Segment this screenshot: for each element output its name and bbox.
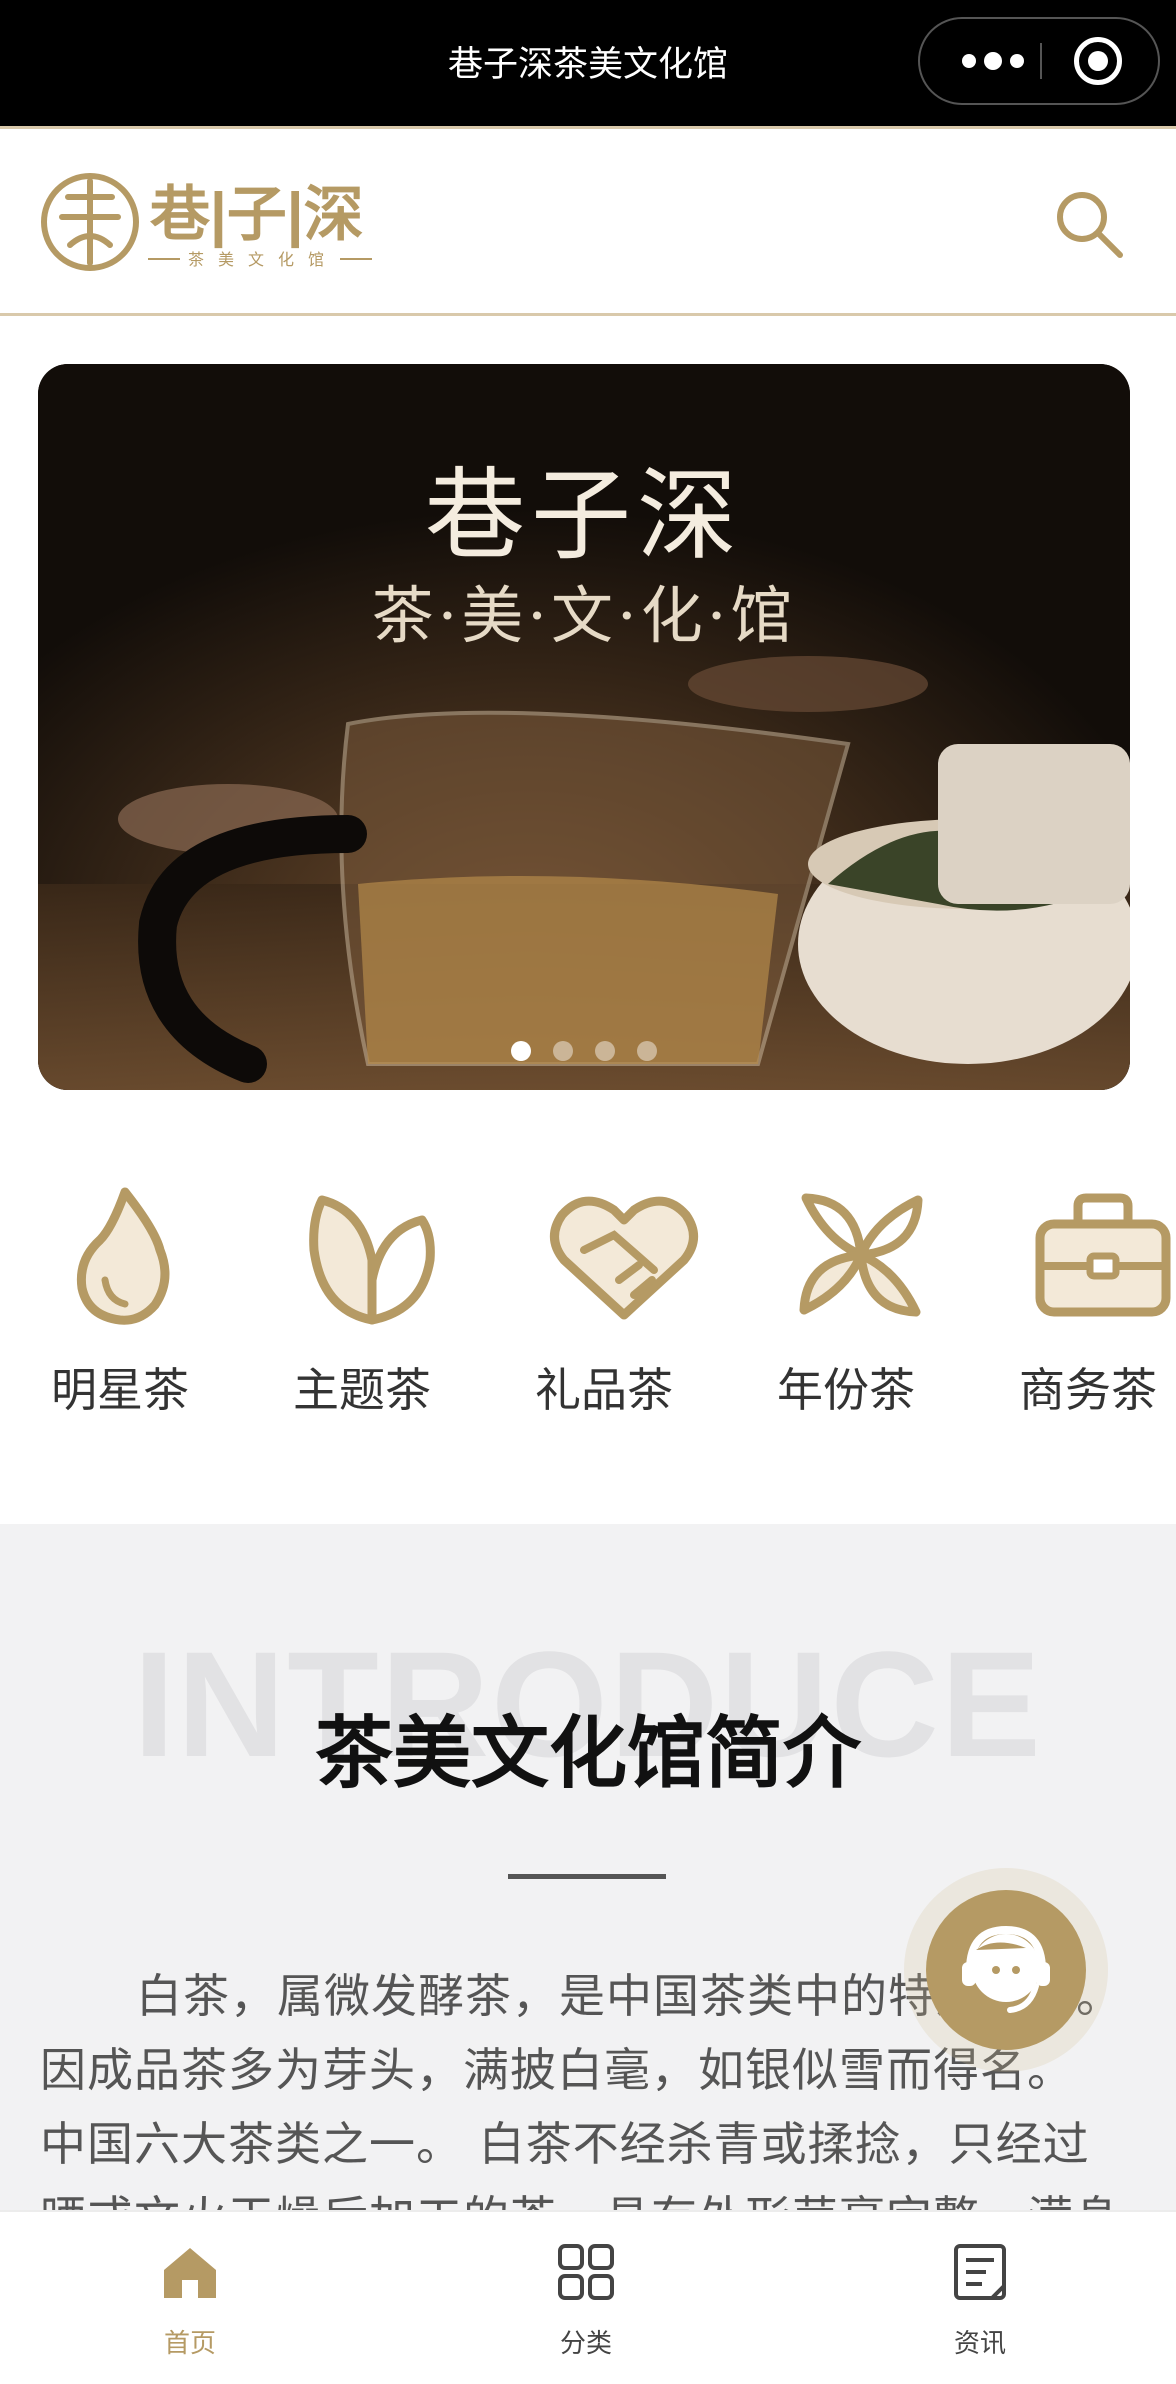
- briefcase-icon: [1035, 1193, 1171, 1317]
- logo-subtitle: 茶美文化馆: [188, 251, 338, 269]
- capsule-divider: [1040, 43, 1042, 79]
- bottom-tab-bar: 首页 分类 资讯: [0, 2210, 1176, 2384]
- banner-carousel[interactable]: 巷子深 茶·美·文·化·馆: [38, 364, 1130, 1090]
- heading-divider: [508, 1874, 666, 1879]
- category-item-business-tea[interactable]: 商务茶: [998, 1180, 1176, 1440]
- target-circle-icon[interactable]: [1074, 37, 1122, 85]
- banner-title: 巷子深: [425, 457, 743, 574]
- category-label: 商务茶: [1019, 1363, 1157, 1417]
- home-icon: [164, 2248, 216, 2298]
- category-label: 主题茶: [293, 1363, 431, 1417]
- more-dots-icon[interactable]: [950, 19, 1036, 103]
- grid-icon: [558, 2244, 614, 2300]
- site-header: 巷|子|深 茶美文化馆: [0, 126, 1176, 316]
- tab-label: 分类: [559, 2329, 612, 2359]
- category-label: 明星茶: [51, 1363, 189, 1417]
- category-label: 年份茶: [777, 1363, 915, 1417]
- logo-text: 巷|子|深: [149, 181, 364, 249]
- category-item-gift-tea[interactable]: 礼品茶: [514, 1180, 714, 1440]
- flame-icon: [76, 1187, 170, 1325]
- tab-home[interactable]: 首页: [90, 2232, 290, 2372]
- carousel-dot[interactable]: [553, 1041, 573, 1061]
- customer-service-icon: [962, 1925, 1050, 2013]
- tab-category[interactable]: 分类: [486, 2232, 686, 2372]
- carousel-dot[interactable]: [637, 1041, 657, 1061]
- leaf-icon: [309, 1195, 435, 1325]
- logo-mark-icon: 巷|子|深 茶美文化馆: [41, 173, 372, 271]
- tab-label: 首页: [163, 2329, 216, 2359]
- category-item-theme-tea[interactable]: 主题茶: [272, 1180, 472, 1440]
- news-icon: [954, 2244, 1006, 2300]
- category-item-star-tea[interactable]: 明星茶: [30, 1180, 230, 1440]
- brand-logo[interactable]: 巷|子|深 茶美文化馆: [40, 167, 420, 277]
- capsule-menu: [918, 17, 1160, 105]
- mini-program-nav-bar: 巷子深茶美文化馆: [0, 0, 1176, 126]
- carousel-dot[interactable]: [595, 1041, 615, 1061]
- banner-subtitle: 茶·美·文·化·馆: [371, 579, 797, 652]
- search-icon[interactable]: [1050, 185, 1130, 265]
- category-item-vintage-tea[interactable]: 年份茶: [756, 1180, 956, 1440]
- carousel-dot[interactable]: [511, 1041, 531, 1061]
- category-scroll[interactable]: 明星茶 主题茶 礼品茶 年份茶 商务茶: [0, 1180, 1176, 1440]
- carousel-indicators: [38, 1041, 1130, 1061]
- pinwheel-icon: [799, 1193, 923, 1317]
- tab-label: 资讯: [953, 2329, 1006, 2359]
- category-label: 礼品茶: [535, 1363, 673, 1417]
- tab-news[interactable]: 资讯: [880, 2232, 1080, 2372]
- customer-service-button[interactable]: [904, 1868, 1108, 2072]
- heart-handshake-icon: [550, 1196, 698, 1320]
- intro-heading: 茶美文化馆简介: [314, 1709, 861, 1799]
